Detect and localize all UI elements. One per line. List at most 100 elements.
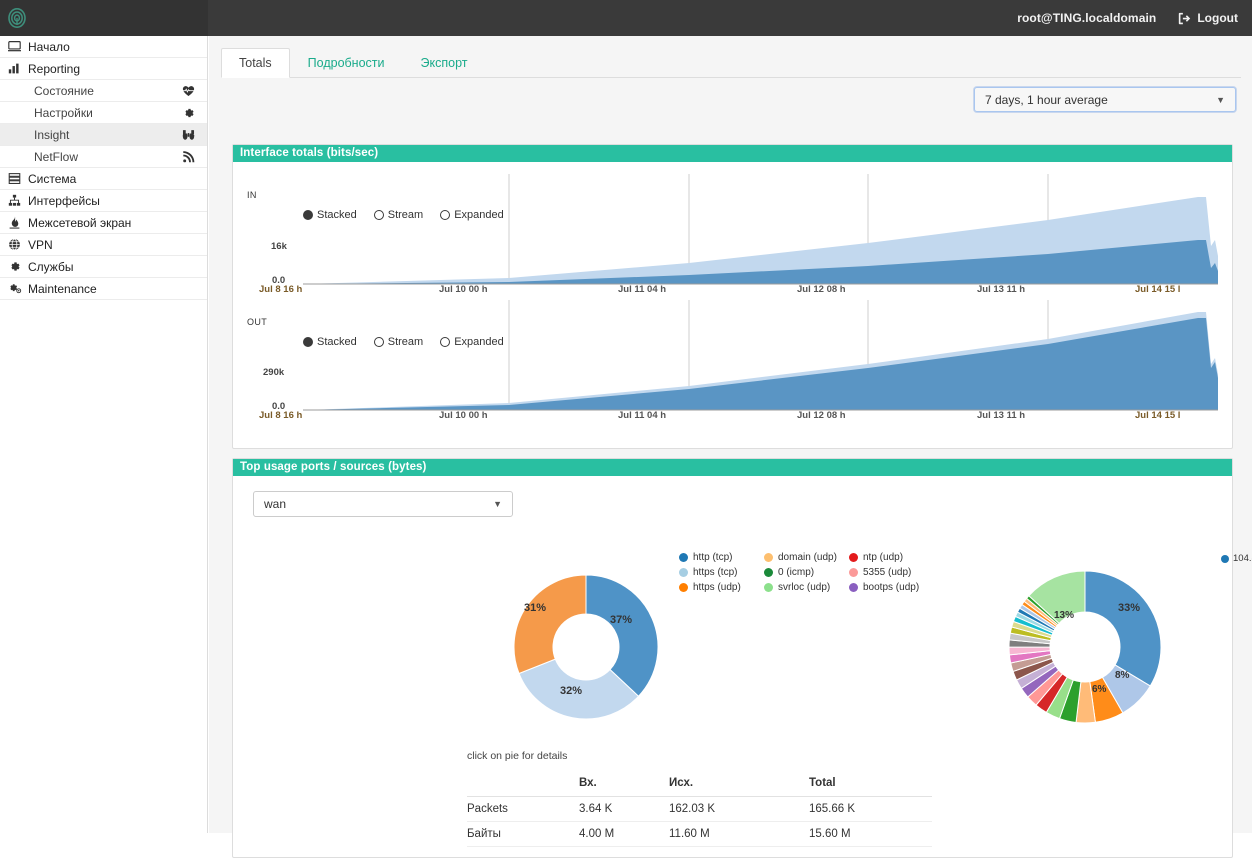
table-cell-name: Байты [467, 822, 579, 847]
tab-bar: TotalsПодробностиЭкспорт [221, 48, 1241, 78]
chart-icon [8, 62, 28, 75]
x-tick-label: Jul 10 00 h [439, 410, 488, 421]
sidebar-item-label: VPN [28, 238, 53, 252]
table-row: Байты4.00 M11.60 M15.60 M [467, 822, 932, 847]
logo[interactable] [0, 0, 208, 36]
in-area-plot [243, 168, 1223, 288]
heartbeat-icon [182, 84, 195, 97]
table-column-header [467, 773, 579, 797]
sidebar-item-система[interactable]: Система [0, 168, 207, 190]
table-cell-total: 165.66 K [809, 797, 932, 822]
pie-slice[interactable] [514, 575, 586, 674]
sidebar-item-label: Начало [28, 40, 70, 54]
table-cell-in: 3.64 K [579, 797, 669, 822]
sidebar-item-maintenance[interactable]: Maintenance [0, 278, 207, 300]
ports-legend: http (tcp) domain (udp) ntp (udp) https (tc… [679, 550, 927, 595]
x-tick-label: Jul 13 11 h [977, 410, 1025, 421]
port-legend-item[interactable]: 0 (icmp) [764, 565, 842, 580]
sidebar-item-label: Состояние [34, 84, 94, 98]
port-legend-item[interactable]: 5355 (udp) [849, 565, 927, 580]
sidebar-item-netflow[interactable]: NetFlow [0, 146, 207, 168]
sidebar-item-label: Настройки [34, 106, 93, 120]
cogs-icon [8, 282, 28, 295]
source-legend-label: 104.82.16.89 [1233, 553, 1252, 564]
port-legend-label: 5355 (udp) [863, 567, 911, 578]
logout-button[interactable]: Logout [1178, 11, 1238, 25]
port-legend-item[interactable]: https (tcp) [679, 565, 757, 580]
table-row: Packets3.64 K162.03 K165.66 K [467, 797, 932, 822]
sidebar-item-label: Insight [34, 128, 69, 142]
port-legend-item[interactable]: domain (udp) [764, 550, 842, 565]
legend-swatch-icon [1221, 555, 1229, 563]
logout-icon [1178, 12, 1191, 25]
ports-slice-pct-https-tcp: 32% [560, 685, 582, 697]
ports-donut-chart[interactable] [496, 574, 676, 724]
sidebar-item-label: Система [28, 172, 76, 186]
range-row: 7 days, 1 hour average ▼ [209, 78, 1252, 118]
table-column-header: Вх. [579, 773, 669, 797]
firewall-icon [8, 216, 28, 229]
sidebar-item-label: Службы [28, 260, 73, 274]
tab-подробности[interactable]: Подробности [290, 47, 403, 77]
port-legend-item[interactable]: svrloc (udp) [764, 580, 842, 595]
legend-swatch-icon [849, 553, 858, 562]
table-cell-name: Packets [467, 797, 579, 822]
sidebar-item-межсетевой-экран[interactable]: Межсетевой экран [0, 212, 207, 234]
sources-donut-chart[interactable] [1004, 569, 1166, 724]
port-legend-label: ntp (udp) [863, 552, 903, 563]
sources-slice-pct-third: 6% [1092, 684, 1106, 695]
legend-swatch-icon [764, 553, 773, 562]
sidebar-item-insight[interactable]: Insight [0, 124, 207, 146]
interface-select[interactable]: wan ▼ [253, 491, 513, 517]
legend-swatch-icon [679, 583, 688, 592]
binoculars-icon [182, 128, 195, 141]
port-legend-item[interactable]: ntp (udp) [849, 550, 927, 565]
top-usage-title: Top usage ports / sources (bytes) [233, 459, 1232, 476]
gear-icon [182, 106, 195, 119]
port-legend-item[interactable]: https (udp) [679, 580, 757, 595]
port-legend-label: bootps (udp) [863, 582, 919, 593]
legend-swatch-icon [764, 583, 773, 592]
port-legend-label: domain (udp) [778, 552, 837, 563]
globe-icon [8, 238, 28, 251]
server-icon [8, 172, 28, 185]
tab-totals[interactable]: Totals [221, 48, 290, 78]
sidebar-item-label: Интерфейсы [28, 194, 100, 208]
sidebar-item-vpn[interactable]: VPN [0, 234, 207, 256]
port-legend-label: http (tcp) [693, 552, 732, 563]
port-legend-label: svrloc (udp) [778, 582, 830, 593]
top-bar: root@TING.localdomain Logout [0, 0, 1252, 36]
sidebar-item-интерфейсы[interactable]: Интерфейсы [0, 190, 207, 212]
interface-totals-title: Interface totals (bits/sec) [233, 145, 1232, 162]
tab-экспорт[interactable]: Экспорт [403, 47, 486, 77]
time-range-value: 7 days, 1 hour average [985, 93, 1108, 107]
sidebar-item-состояние[interactable]: Состояние [0, 80, 207, 102]
interface-select-value: wan [264, 497, 286, 511]
sidebar-item-label: Reporting [28, 62, 80, 76]
sidebar-item-настройки[interactable]: Настройки [0, 102, 207, 124]
pie-hint: click on pie for details [467, 750, 567, 762]
port-legend-item[interactable]: http (tcp) [679, 550, 757, 565]
table-column-header: Исх. [669, 773, 809, 797]
legend-swatch-icon [764, 568, 773, 577]
port-legend-item[interactable]: bootps (udp) [849, 580, 927, 595]
monitor-icon [8, 40, 28, 53]
sidebar: Начало Reporting Состояние Настройки Insight… [0, 36, 208, 833]
sidebar-item-службы[interactable]: Службы [0, 256, 207, 278]
sidebar-item-начало[interactable]: Начало [0, 36, 207, 58]
port-legend-label: https (tcp) [693, 567, 737, 578]
gear-icon [8, 260, 28, 273]
table-cell-total: 15.60 M [809, 822, 932, 847]
source-legend-item[interactable]: 104.82.16.89 [1221, 551, 1252, 566]
chevron-down-icon: ▼ [493, 499, 502, 509]
sidebar-item-label: Межсетевой экран [28, 216, 131, 230]
legend-swatch-icon [679, 553, 688, 562]
sidebar-item-reporting[interactable]: Reporting [0, 58, 207, 80]
table-cell-out: 162.03 K [669, 797, 809, 822]
sources-legend: 104.82.16.89173.194.221.13892.122.66.219… [1221, 551, 1252, 566]
out-area-plot [243, 294, 1223, 414]
sources-slice-pct-other: 13% [1054, 610, 1074, 621]
logout-label: Logout [1197, 11, 1238, 25]
time-range-select[interactable]: 7 days, 1 hour average ▼ [974, 87, 1236, 112]
pie-slice[interactable] [1085, 571, 1161, 686]
